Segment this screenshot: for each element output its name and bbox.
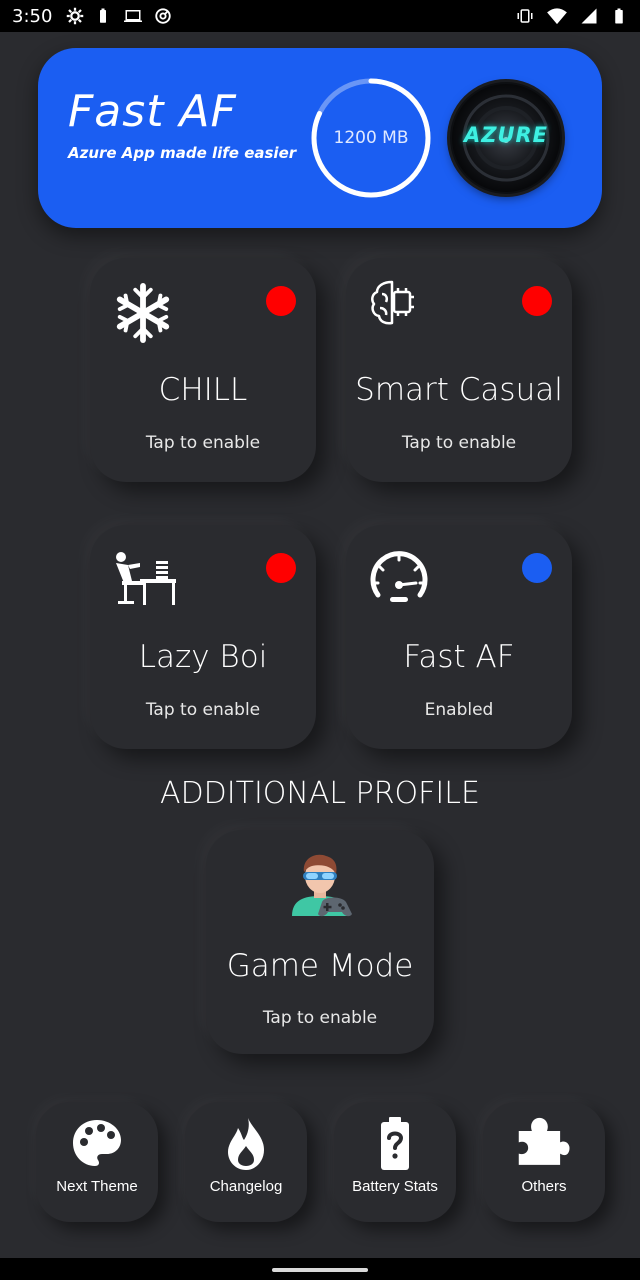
header-title: Fast AF	[68, 86, 237, 137]
status-time: 3:50	[12, 5, 53, 27]
brain-chip-icon	[371, 280, 414, 325]
profile-card-lazy-boi[interactable]: Lazy Boi Tap to enable	[90, 525, 316, 749]
home-gesture-handle[interactable]	[272, 1268, 368, 1272]
status-icons-left	[66, 7, 172, 25]
battery-question-icon	[381, 1117, 409, 1170]
vibrate-icon	[517, 9, 533, 23]
puzzle-icon	[518, 1117, 570, 1165]
wifi-icon	[547, 8, 567, 25]
palette-icon	[73, 1120, 121, 1166]
header-subtitle: Azure App made life easier	[68, 144, 297, 162]
profile-status: Enabled	[424, 700, 494, 720]
status-bar: 3:50	[0, 0, 640, 32]
profile-title: Smart Casual	[355, 372, 563, 408]
profile-title: CHILL	[158, 372, 248, 408]
status-dot	[266, 286, 296, 316]
gamer-icon	[292, 854, 352, 917]
header-card: Fast AF Azure App made life easier 1200 …	[38, 48, 602, 228]
profile-status: Tap to enable	[401, 433, 517, 453]
azure-logo: AZURE	[450, 82, 562, 194]
profile-title: Lazy Boi	[138, 639, 268, 675]
flame-icon	[228, 1118, 264, 1170]
status-icons-right	[516, 7, 628, 25]
laptop-icon	[124, 10, 143, 22]
profile-card-chill[interactable]: CHILL Tap to enable	[90, 258, 316, 482]
profile-card-smart-casual[interactable]: Smart Casual Tap to enable	[346, 258, 572, 482]
profile-title: Fast AF	[403, 639, 515, 675]
relaxing-person-icon	[116, 552, 176, 605]
battery-stats-label: Battery Stats	[352, 1178, 438, 1195]
ram-ring: 1200 MB	[306, 73, 436, 203]
profile-card-fast-af[interactable]: Fast AF Enabled	[346, 525, 572, 749]
others-label: Others	[521, 1178, 567, 1195]
profile-status: Tap to enable	[145, 700, 261, 720]
others-button[interactable]: Others	[483, 1102, 605, 1222]
speedometer-icon	[370, 551, 428, 602]
profile-title: Game Mode	[226, 948, 414, 984]
signal-icon	[581, 8, 597, 24]
changelog-button[interactable]: Changelog	[185, 1102, 307, 1222]
changelog-label: Changelog	[209, 1178, 283, 1195]
profile-status: Tap to enable	[145, 433, 261, 453]
settings-gear-icon	[67, 7, 84, 25]
status-dot	[522, 553, 552, 583]
snowflake-icon	[116, 282, 170, 344]
battery-icon	[615, 8, 623, 24]
status-dot	[522, 286, 552, 316]
battery-small-icon	[100, 8, 107, 23]
at-sign-icon	[155, 8, 172, 24]
profile-status: Tap to enable	[262, 1008, 378, 1028]
profile-card-game-mode[interactable]: Game Mode Tap to enable	[206, 830, 434, 1054]
ram-value: 1200 MB	[333, 128, 409, 148]
status-dot	[266, 553, 296, 583]
battery-stats-button[interactable]: Battery Stats	[334, 1102, 456, 1222]
azure-logo-text: AZURE	[463, 123, 549, 147]
next-theme-button[interactable]: Next Theme	[36, 1102, 158, 1222]
navigation-bar	[0, 1258, 640, 1280]
section-title-additional-profile: ADDITIONAL PROFILE	[160, 776, 480, 811]
next-theme-label: Next Theme	[56, 1178, 138, 1195]
